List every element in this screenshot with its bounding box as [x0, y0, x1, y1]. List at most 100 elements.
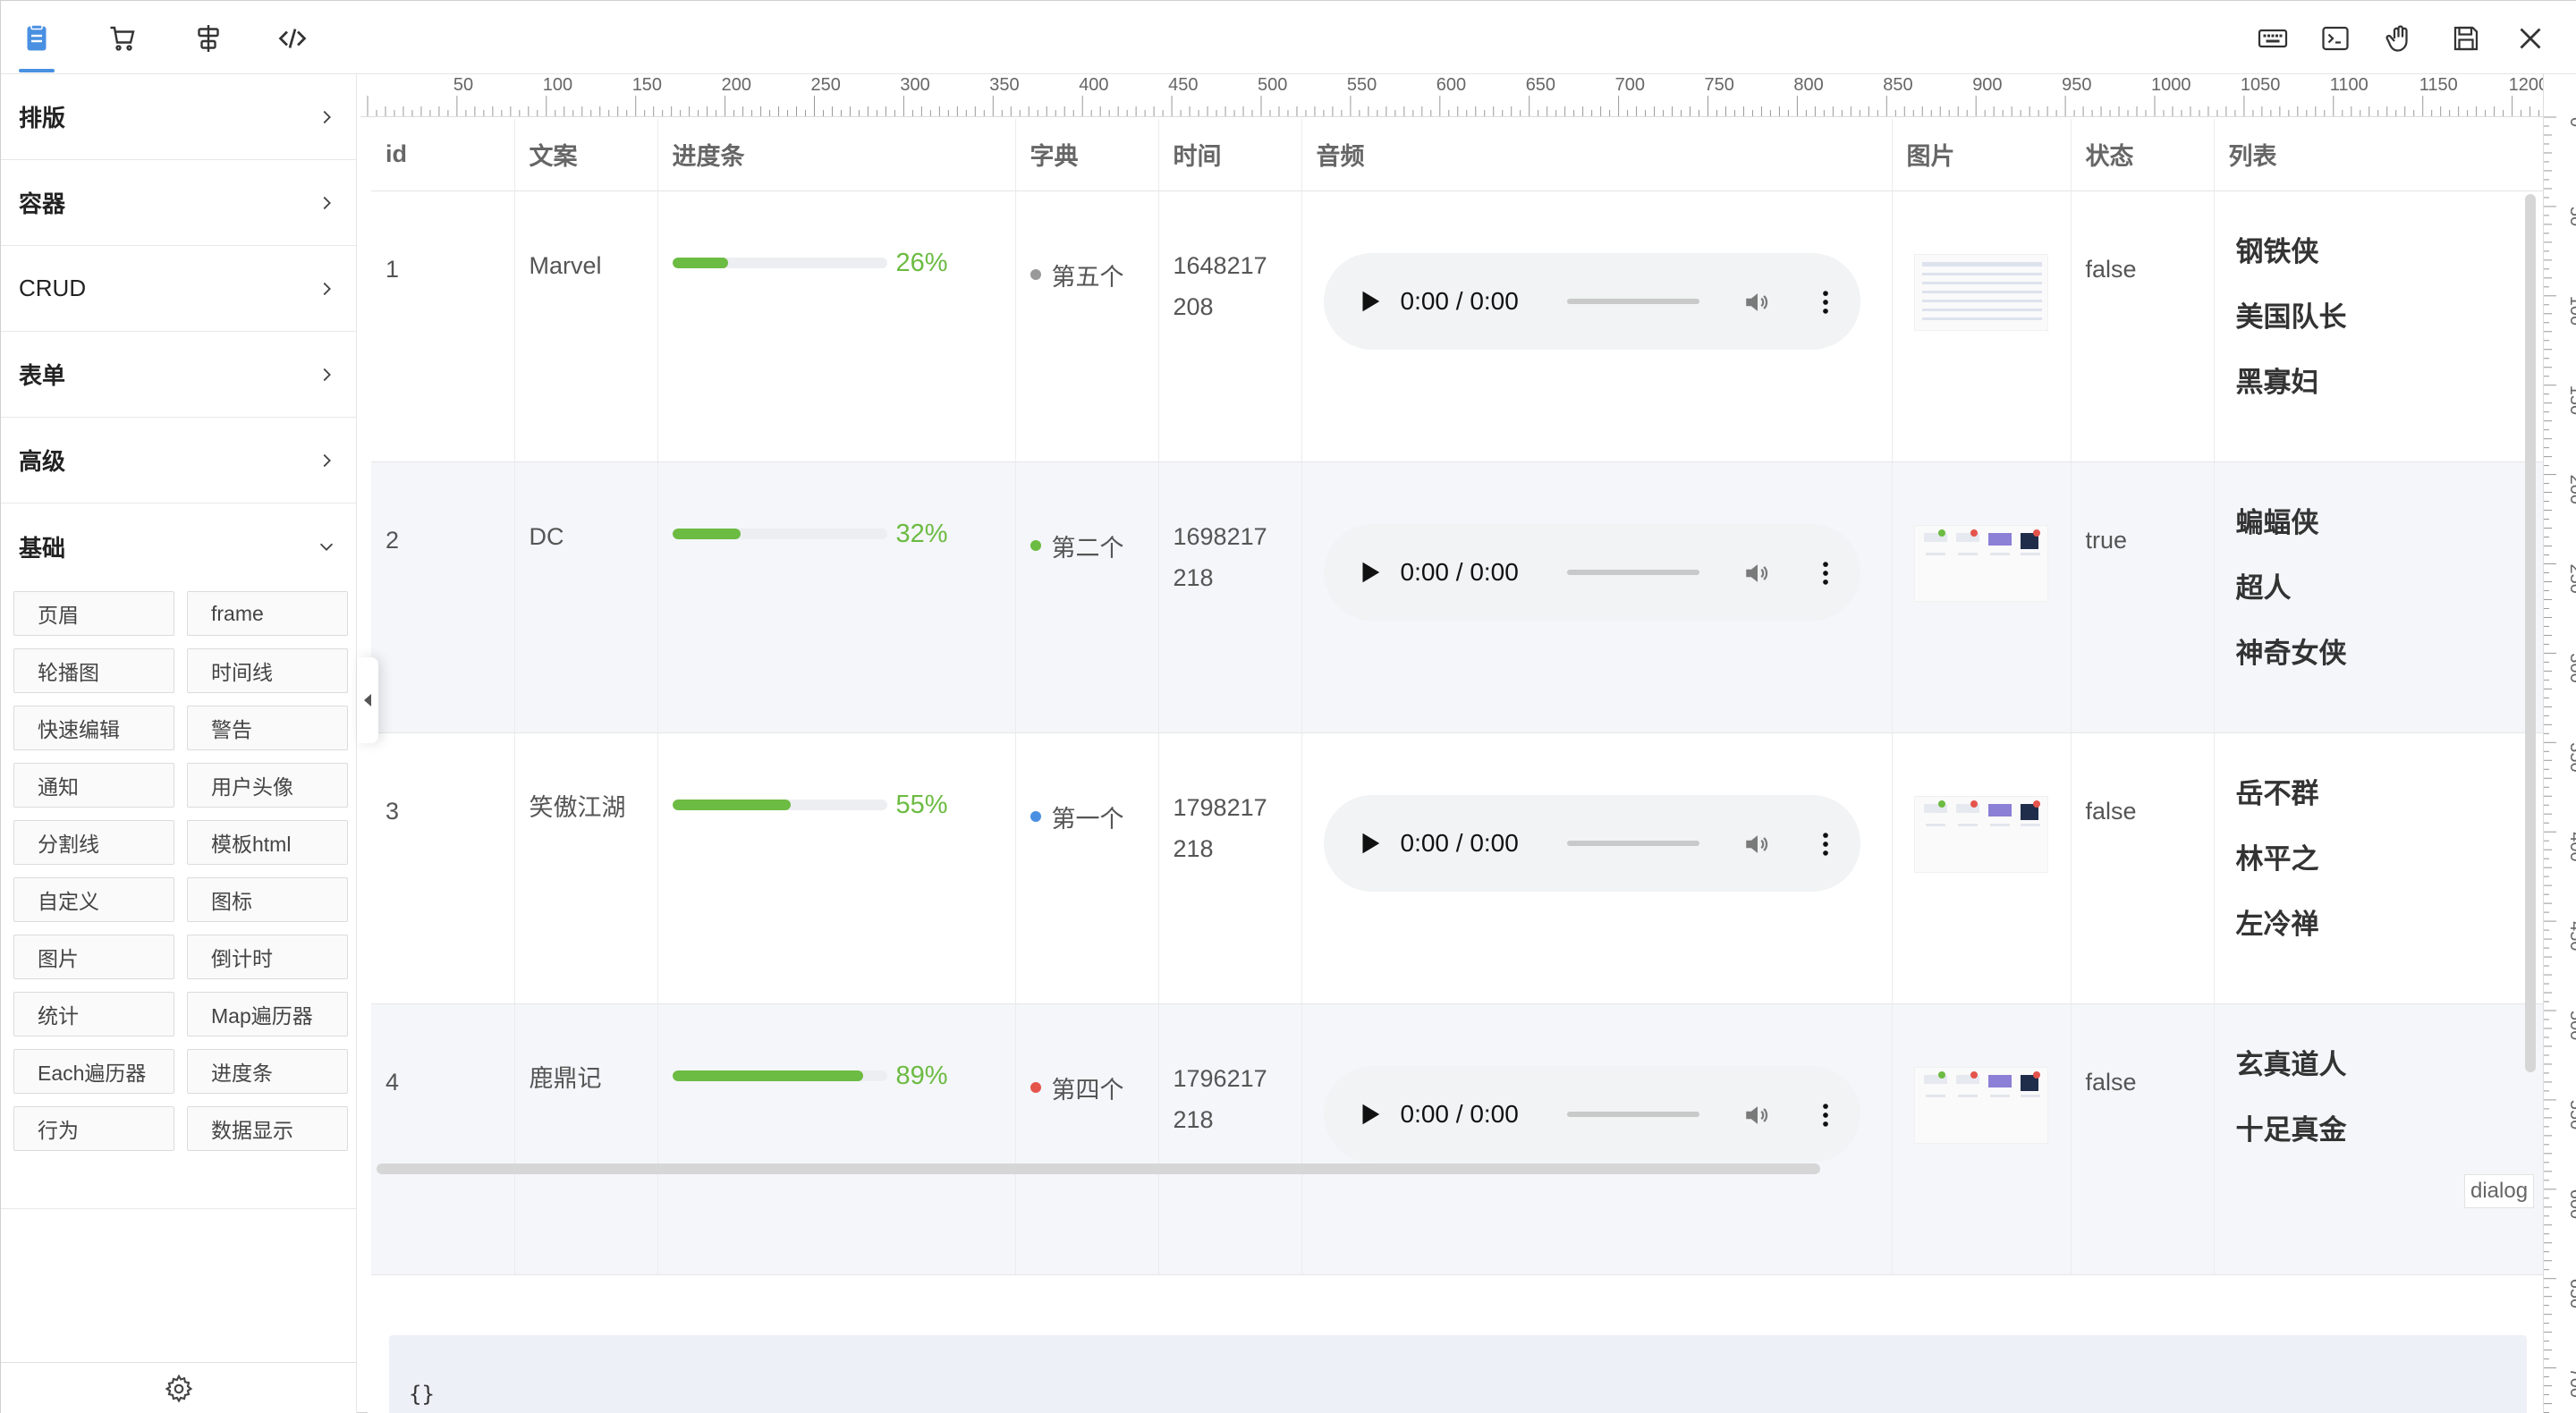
column-header[interactable]: 时间 [1158, 119, 1302, 191]
component-item[interactable]: 进度条 [187, 1049, 348, 1094]
category-advanced[interactable]: 高级 [1, 418, 356, 503]
image-thumbnail[interactable] [1913, 1066, 2048, 1144]
category-crud[interactable]: CRUD [1, 246, 356, 332]
dialog-tag[interactable]: dialog [2464, 1174, 2535, 1208]
cell-image [1892, 1003, 2072, 1275]
table-row[interactable]: 2 DC 32% 第二个 1698217 218 0:00 / 0:00 true 蝙蝠侠 超人神… [371, 461, 2543, 733]
component-item[interactable]: 自定义 [13, 877, 174, 922]
list-item: 蝙蝠侠 [2235, 506, 2319, 538]
audio-seek-bar[interactable] [1566, 298, 1699, 304]
image-thumbnail[interactable] [1913, 524, 2048, 602]
component-item[interactable]: 行为 [13, 1106, 174, 1151]
hand-icon[interactable] [2382, 21, 2418, 56]
terminal-icon[interactable] [2318, 21, 2353, 56]
category-form[interactable]: 表单 [1, 332, 356, 418]
ruler-label: 100 [2566, 296, 2576, 326]
image-thumbnail[interactable] [1913, 795, 2048, 873]
component-item[interactable]: 图标 [187, 877, 348, 922]
component-item[interactable]: 页眉 [13, 591, 174, 636]
component-item[interactable]: 时间线 [187, 648, 348, 693]
column-header[interactable]: 文案 [514, 119, 658, 191]
more-options-icon[interactable] [1810, 558, 1841, 588]
gear-icon[interactable] [164, 1374, 194, 1404]
play-icon[interactable] [1356, 559, 1383, 586]
audio-player[interactable]: 0:00 / 0:00 [1323, 794, 1860, 892]
thumbnail-graphic [1923, 529, 2040, 555]
component-item[interactable]: 统计 [13, 992, 174, 1036]
progress-bar: 89% [672, 1061, 1015, 1091]
category-layout[interactable]: 排版 [1, 74, 356, 160]
dict-label: 第五个 [1051, 263, 1124, 291]
vertical-scrollbar[interactable] [2525, 194, 2536, 1072]
column-header[interactable]: 音频 [1301, 119, 1893, 191]
layout-icon[interactable] [191, 21, 226, 56]
keyboard-icon[interactable] [2255, 21, 2291, 56]
table-row[interactable]: 4 鹿鼎记 89% 第四个 1796217 218 0:00 / 0:00 false 玄真道人… [371, 1003, 2543, 1275]
document-icon[interactable] [19, 21, 55, 56]
component-item[interactable]: 快速编辑 [13, 706, 174, 750]
cell-text: 笑傲江湖 [514, 732, 658, 1004]
component-item[interactable]: Each遍历器 [13, 1049, 174, 1094]
more-options-icon[interactable] [1810, 1100, 1841, 1130]
component-item[interactable]: 数据显示 [187, 1106, 348, 1151]
component-item[interactable]: frame [187, 591, 348, 636]
divider [1, 1208, 357, 1209]
cell-audio: 0:00 / 0:00 [1301, 461, 1893, 733]
column-header[interactable]: 图片 [1892, 119, 2072, 191]
ruler-label: 300 [2566, 653, 2576, 682]
progress-fill [672, 1070, 864, 1081]
save-icon[interactable] [2448, 21, 2484, 56]
column-header[interactable]: id [371, 119, 515, 191]
code-icon[interactable] [275, 21, 310, 56]
component-item[interactable]: 模板html [187, 820, 348, 865]
ruler-label: 500 [1258, 75, 1287, 95]
cart-icon[interactable] [105, 21, 140, 56]
column-header[interactable]: 状态 [2071, 119, 2215, 191]
volume-icon[interactable] [1742, 829, 1773, 859]
horizontal-scrollbar[interactable] [377, 1163, 1820, 1174]
volume-icon[interactable] [1742, 558, 1773, 588]
category-container[interactable]: 容器 [1, 160, 356, 246]
audio-seek-bar[interactable] [1566, 840, 1699, 846]
audio-player[interactable]: 0:00 / 0:00 [1323, 523, 1860, 621]
component-item[interactable]: 分割线 [13, 820, 174, 865]
cell-id: 1 [371, 190, 515, 462]
list-item: 黑寡妇 [2235, 366, 2319, 398]
more-options-icon[interactable] [1810, 287, 1841, 317]
sidebar-collapse-handle[interactable] [357, 657, 378, 743]
component-item[interactable]: 图片 [13, 935, 174, 979]
component-item[interactable]: 倒计时 [187, 935, 348, 979]
component-item[interactable]: 轮播图 [13, 648, 174, 693]
category-label: 排版 [19, 105, 66, 131]
image-thumbnail[interactable] [1913, 253, 2048, 331]
component-item[interactable]: 用户头像 [187, 763, 348, 808]
audio-player[interactable]: 0:00 / 0:00 [1323, 1065, 1860, 1163]
audio-player[interactable]: 0:00 / 0:00 [1323, 252, 1860, 350]
volume-icon[interactable] [1742, 287, 1773, 317]
play-icon[interactable] [1356, 288, 1383, 315]
play-icon[interactable] [1356, 1101, 1383, 1128]
ruler-label: 250 [2566, 564, 2576, 594]
cell-image [1892, 190, 2072, 462]
more-options-icon[interactable] [1810, 829, 1841, 859]
component-item[interactable]: 通知 [13, 763, 174, 808]
volume-icon[interactable] [1742, 1100, 1773, 1130]
progress-label: 89% [895, 1061, 948, 1090]
active-tab-indicator [19, 69, 55, 72]
component-item[interactable]: Map遍历器 [187, 992, 348, 1036]
component-item[interactable]: 警告 [187, 706, 348, 750]
audio-seek-bar[interactable] [1566, 1111, 1699, 1117]
table-row[interactable]: 1 Marvel 26% 第五个 1648217 208 0:00 / 0:00 false 钢… [371, 190, 2543, 462]
audio-seek-bar[interactable] [1566, 569, 1699, 575]
column-header[interactable]: 进度条 [657, 119, 1016, 191]
column-header[interactable]: 字典 [1015, 119, 1159, 191]
ruler-label: 500 [2566, 1011, 2576, 1040]
ruler-label: 900 [1972, 75, 2002, 95]
time-line-2: 208 [1173, 292, 1214, 320]
table-row[interactable]: 3 笑傲江湖 55% 第一个 1798217 218 0:00 / 0:00 false 岳不群… [371, 732, 2543, 1004]
close-icon[interactable] [2512, 21, 2548, 56]
cell-dict: 第一个 [1015, 732, 1159, 1004]
category-basic[interactable]: 基础 [1, 503, 356, 589]
column-header[interactable]: 列表 [2214, 119, 2543, 191]
play-icon[interactable] [1356, 830, 1383, 857]
